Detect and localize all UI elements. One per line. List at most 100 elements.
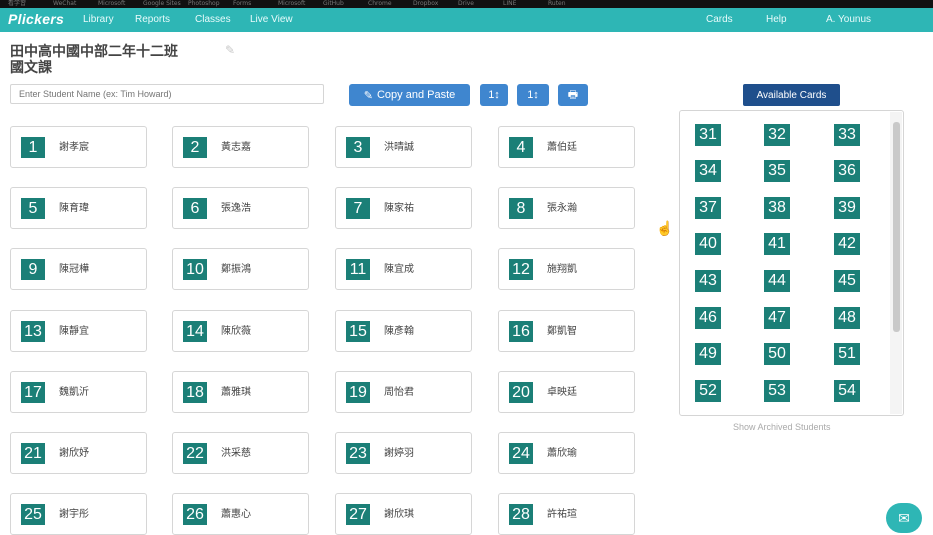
student-name: 洪采慈 — [221, 448, 251, 459]
bookmark-item[interactable]: WeChat — [53, 0, 76, 7]
student-card[interactable]: 27 謝欣琪 — [335, 493, 472, 535]
student-card[interactable]: 22 洪采慈 — [172, 432, 309, 474]
available-card[interactable]: 38 — [764, 197, 790, 219]
bookmark-item[interactable]: LINE — [503, 0, 516, 7]
nav-classes[interactable]: Classes — [195, 14, 231, 25]
student-name: 陳宜成 — [384, 264, 414, 275]
available-card[interactable]: 43 — [695, 270, 721, 292]
bookmarks-bar: 看学習 WeChat Microsoft Google Sites Photoshop F… — [0, 0, 933, 8]
student-card[interactable]: 16 鄭凱智 — [498, 310, 635, 352]
available-card[interactable]: 35 — [764, 160, 790, 182]
student-card[interactable]: 23 謝婷羽 — [335, 432, 472, 474]
available-card[interactable]: 45 — [834, 270, 860, 292]
copy-paste-button[interactable]: ✎ Copy and Paste — [349, 84, 470, 106]
pencil-icon: ✎ — [363, 89, 373, 102]
student-card[interactable]: 25 謝宇彤 — [10, 493, 147, 535]
available-card[interactable]: 40 — [695, 233, 721, 255]
student-name: 蕭惠心 — [221, 509, 251, 520]
bookmark-item[interactable]: Google Sites — [143, 0, 181, 7]
student-name: 陳彥翰 — [384, 326, 414, 337]
student-card[interactable]: 11 陳宜成 — [335, 248, 472, 290]
student-card[interactable]: 8 張永瀚 — [498, 187, 635, 229]
student-card[interactable]: 13 陳靜宜 — [10, 310, 147, 352]
student-search-input[interactable] — [10, 84, 324, 104]
bookmark-item[interactable]: Drive — [458, 0, 474, 7]
student-card[interactable]: 14 陳欣薇 — [172, 310, 309, 352]
nav-help[interactable]: Help — [766, 14, 787, 25]
available-card[interactable]: 50 — [764, 343, 790, 365]
student-card[interactable]: 26 蕭惠心 — [172, 493, 309, 535]
student-card[interactable]: 19 周怡君 — [335, 371, 472, 413]
nav-library[interactable]: Library — [83, 14, 114, 25]
nav-cards[interactable]: Cards — [706, 14, 733, 25]
student-card[interactable]: 6 張逸浩 — [172, 187, 309, 229]
nav-reports[interactable]: Reports — [135, 14, 170, 25]
student-card[interactable]: 2 黃志嘉 — [172, 126, 309, 168]
nav-user[interactable]: A. Younus — [826, 14, 871, 25]
available-card[interactable]: 44 — [764, 270, 790, 292]
available-card[interactable]: 48 — [834, 307, 860, 329]
available-card[interactable]: 49 — [695, 343, 721, 365]
class-title: 田中高中國中部二年十二班 國文課 — [10, 44, 178, 76]
available-card[interactable]: 51 — [834, 343, 860, 365]
show-archived-link[interactable]: Show Archived Students — [733, 422, 831, 432]
available-card[interactable]: 47 — [764, 307, 790, 329]
student-card[interactable]: 28 許祐瑄 — [498, 493, 635, 535]
available-card[interactable]: 54 — [834, 380, 860, 402]
student-card[interactable]: 18 蕭雅琪 — [172, 371, 309, 413]
available-card[interactable]: 52 — [695, 380, 721, 402]
card-number: 27 — [346, 504, 370, 525]
student-card[interactable]: 1 謝孝宸 — [10, 126, 147, 168]
available-card[interactable]: 39 — [834, 197, 860, 219]
plickers-logo[interactable]: Plickers — [8, 11, 64, 27]
bookmark-item[interactable]: 看学習 — [8, 0, 26, 7]
print-button[interactable]: 🖶 — [558, 84, 588, 106]
card-number: 15 — [346, 321, 370, 342]
available-scroll-thumb[interactable] — [893, 122, 900, 332]
available-card[interactable]: 37 — [695, 197, 721, 219]
bookmark-item[interactable]: Forms — [233, 0, 251, 7]
card-number: 13 — [21, 321, 45, 342]
available-card[interactable]: 34 — [695, 160, 721, 182]
available-card[interactable]: 42 — [834, 233, 860, 255]
bookmark-item[interactable]: Ruten — [548, 0, 566, 7]
student-card[interactable]: 3 洪晴誠 — [335, 126, 472, 168]
student-card[interactable]: 9 陳冠樺 — [10, 248, 147, 290]
bookmark-item[interactable]: Chrome — [368, 0, 392, 7]
available-card[interactable]: 53 — [764, 380, 790, 402]
student-card[interactable]: 21 謝欣妤 — [10, 432, 147, 474]
student-card[interactable]: 7 陳家祐 — [335, 187, 472, 229]
student-card[interactable]: 17 魏凱沂 — [10, 371, 147, 413]
bookmark-item[interactable]: Microsoft — [98, 0, 125, 7]
available-cards-panel — [679, 110, 904, 416]
nav-live-view[interactable]: Live View — [250, 14, 293, 25]
student-name: 張逸浩 — [221, 203, 251, 214]
bookmark-item[interactable]: Microsoft — [278, 0, 305, 7]
card-number: 6 — [183, 198, 207, 219]
available-cards-button[interactable]: Available Cards — [743, 84, 840, 106]
student-card[interactable]: 24 蕭欣瑜 — [498, 432, 635, 474]
bookmark-item[interactable]: GitHub — [323, 0, 344, 7]
student-card[interactable]: 15 陳彥翰 — [335, 310, 472, 352]
chat-icon[interactable]: ✉ — [886, 503, 922, 533]
available-card[interactable]: 41 — [764, 233, 790, 255]
student-card[interactable]: 20 卓映廷 — [498, 371, 635, 413]
available-card[interactable]: 31 — [695, 124, 721, 146]
card-number: 22 — [183, 443, 207, 464]
available-card[interactable]: 46 — [695, 307, 721, 329]
student-name: 黃志嘉 — [221, 142, 251, 153]
bookmark-item[interactable]: Dropbox — [413, 0, 438, 7]
student-card[interactable]: 12 施翔凱 — [498, 248, 635, 290]
sort-number-button[interactable]: 1↕ — [480, 84, 508, 106]
student-card[interactable]: 5 陳育瑋 — [10, 187, 147, 229]
sort-name-button[interactable]: 1↕ — [517, 84, 549, 106]
student-name: 卓映廷 — [547, 387, 577, 398]
bookmark-item[interactable]: Photoshop — [188, 0, 220, 7]
student-name: 陳欣薇 — [221, 326, 251, 337]
available-card[interactable]: 32 — [764, 124, 790, 146]
pencil-icon[interactable]: ✎ — [225, 43, 235, 57]
student-card[interactable]: 4 蕭伯廷 — [498, 126, 635, 168]
available-card[interactable]: 36 — [834, 160, 860, 182]
student-card[interactable]: 10 鄭振鴻 — [172, 248, 309, 290]
available-card[interactable]: 33 — [834, 124, 860, 146]
